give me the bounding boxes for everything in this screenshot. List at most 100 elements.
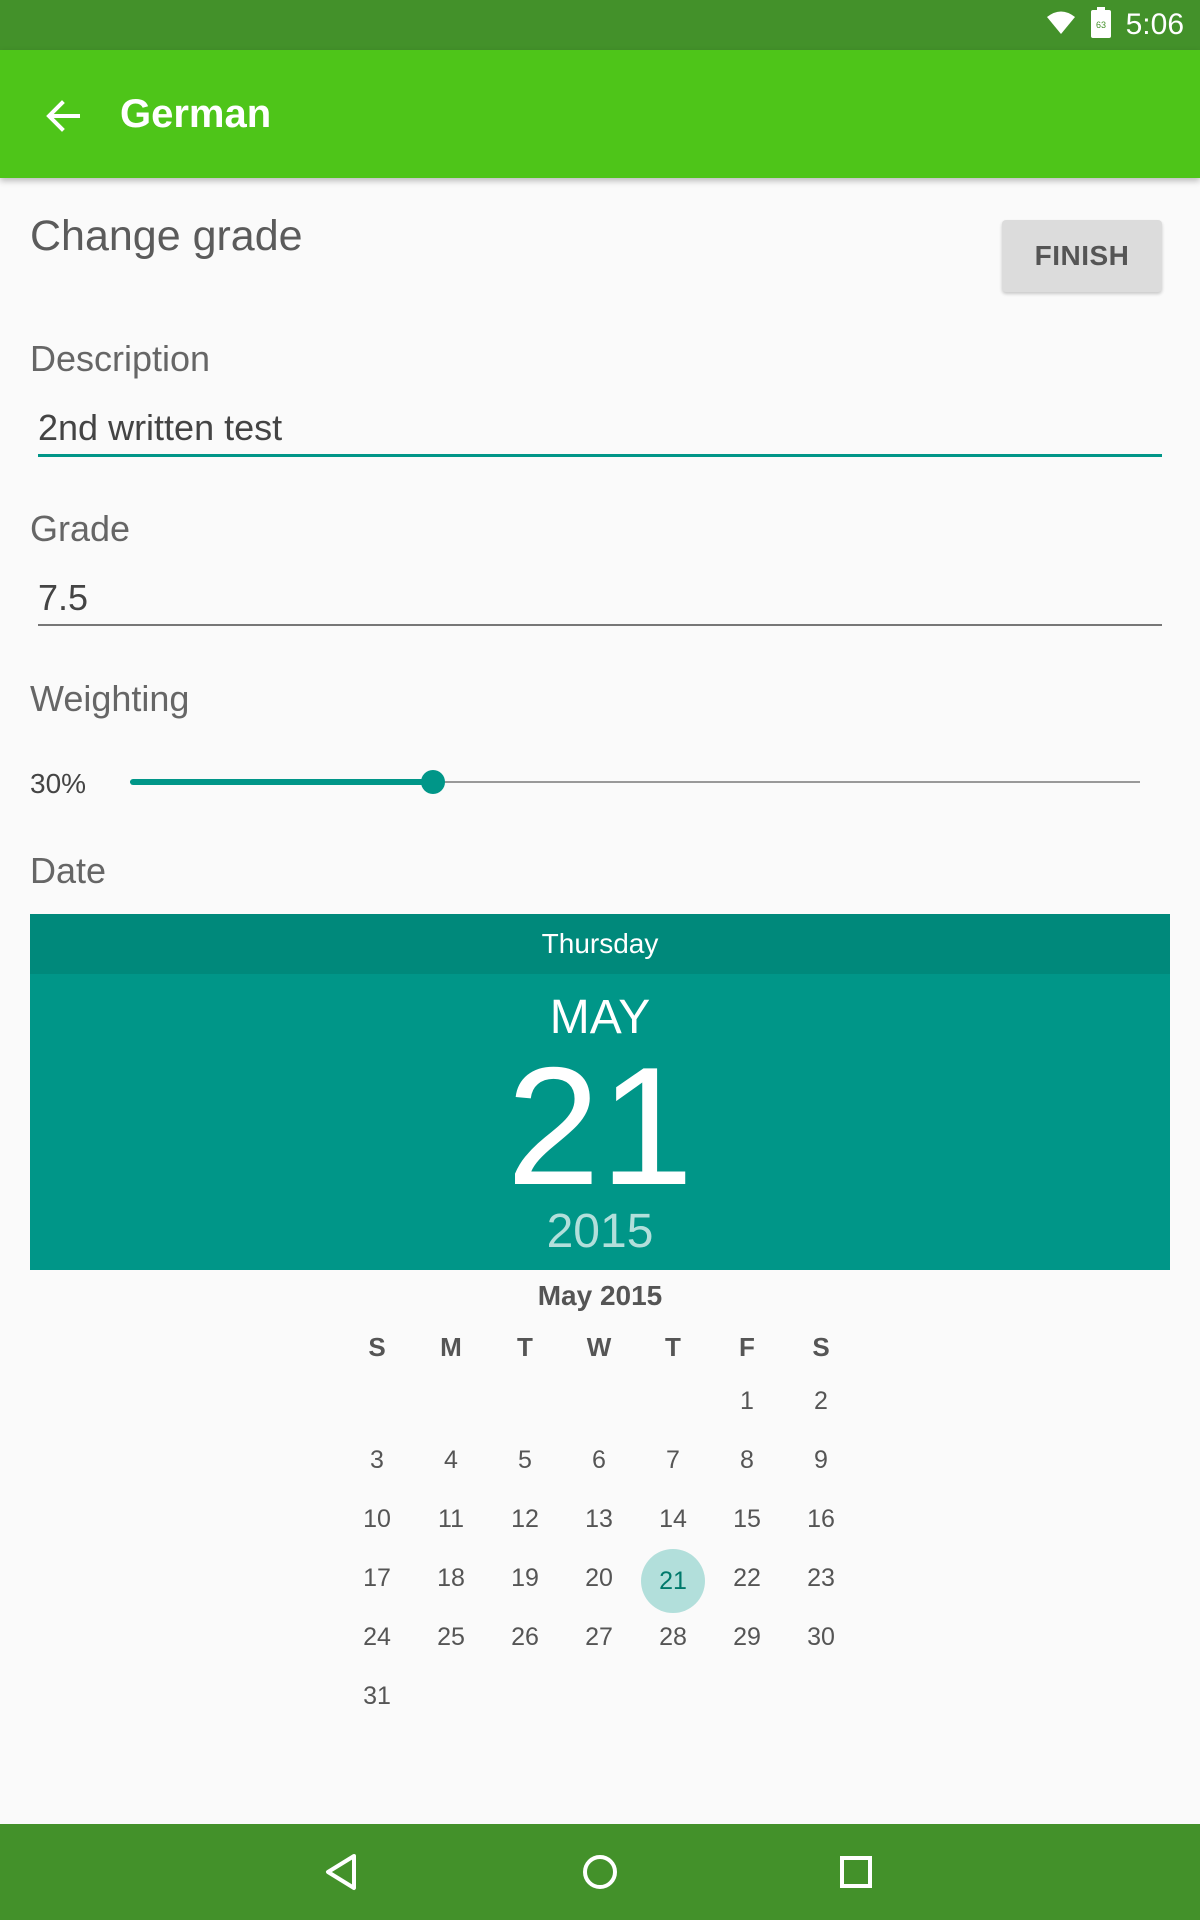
back-button[interactable] bbox=[36, 88, 92, 144]
calendar-empty-cell bbox=[636, 1372, 710, 1431]
nav-recents-button[interactable] bbox=[828, 1844, 884, 1900]
battery-level: 63 bbox=[1096, 20, 1106, 30]
calendar-day[interactable]: 5 bbox=[488, 1431, 562, 1490]
calendar-day[interactable]: 3 bbox=[340, 1431, 414, 1490]
nav-back-button[interactable] bbox=[314, 1844, 370, 1900]
day-name-band: Thursday bbox=[30, 914, 1170, 974]
calendar-empty-cell bbox=[784, 1667, 858, 1726]
weighting-slider[interactable] bbox=[130, 760, 1140, 804]
wifi-icon bbox=[1046, 10, 1076, 41]
status-icons: 63 5:06 bbox=[1032, 0, 1184, 50]
selected-year[interactable]: 2015 bbox=[30, 1204, 1170, 1259]
weekday-label: S bbox=[368, 1332, 386, 1362]
calendar-week-row: 10 11 12 13 14 15 16 bbox=[340, 1490, 860, 1549]
weekday-label: T bbox=[665, 1332, 681, 1362]
calendar-day[interactable]: 25 bbox=[414, 1608, 488, 1667]
nav-home-button[interactable] bbox=[572, 1844, 628, 1900]
calendar-day[interactable]: 10 bbox=[340, 1490, 414, 1549]
calendar-day[interactable]: 7 bbox=[636, 1431, 710, 1490]
weighting-value: 30% bbox=[30, 768, 87, 799]
grade-field[interactable] bbox=[38, 568, 1162, 628]
calendar-day[interactable]: 23 bbox=[784, 1549, 858, 1608]
calendar-day-number: 25 bbox=[437, 1623, 465, 1651]
date-label: Date bbox=[30, 850, 107, 891]
slider-thumb[interactable] bbox=[421, 770, 445, 794]
battery-icon: 63 bbox=[1090, 6, 1112, 44]
status-time: 5:06 bbox=[1125, 8, 1184, 41]
calendar-day-number: 26 bbox=[511, 1623, 539, 1651]
calendar-day-number: 22 bbox=[733, 1564, 761, 1592]
grade-underline bbox=[38, 624, 1162, 626]
slider-fill bbox=[130, 779, 433, 785]
calendar-empty-cell bbox=[562, 1372, 636, 1431]
calendar-day-number: 10 bbox=[363, 1505, 391, 1533]
calendar-day[interactable]: 22 bbox=[710, 1549, 784, 1608]
calendar-day[interactable]: 9 bbox=[784, 1431, 858, 1490]
calendar-empty-cell bbox=[710, 1667, 784, 1726]
nav-back-icon bbox=[326, 1854, 356, 1890]
calendar-day[interactable]: 24 bbox=[340, 1608, 414, 1667]
calendar-day[interactable]: 27 bbox=[562, 1608, 636, 1667]
weekday-label: M bbox=[440, 1332, 462, 1362]
calendar-day[interactable]: 8 bbox=[710, 1431, 784, 1490]
calendar-week-row: 24 25 26 27 28 29 30 bbox=[340, 1608, 860, 1667]
calendar-day-number: 27 bbox=[585, 1623, 613, 1651]
weekday-label: S bbox=[812, 1332, 830, 1362]
calendar-day-number: 21 bbox=[641, 1549, 705, 1613]
calendar-day-number: 1 bbox=[740, 1387, 754, 1415]
calendar-day[interactable]: 19 bbox=[488, 1549, 562, 1608]
weekday-label: F bbox=[739, 1332, 755, 1362]
calendar-weekdays: S M T W T F S bbox=[340, 1322, 860, 1372]
calendar-day[interactable]: 31 bbox=[340, 1667, 414, 1726]
calendar-day-number: 20 bbox=[585, 1564, 613, 1592]
calendar-day-selected[interactable]: 21 bbox=[636, 1549, 710, 1613]
calendar-day[interactable]: 15 bbox=[710, 1490, 784, 1549]
calendar-day-number: 15 bbox=[733, 1505, 761, 1533]
calendar-day[interactable]: 29 bbox=[710, 1608, 784, 1667]
weekday-label: W bbox=[586, 1332, 612, 1362]
calendar-day[interactable]: 20 bbox=[562, 1549, 636, 1608]
calendar-empty-cell bbox=[488, 1372, 562, 1431]
weekday-label: T bbox=[517, 1332, 533, 1362]
calendar-day[interactable]: 2 bbox=[784, 1372, 858, 1431]
calendar-day[interactable]: 14 bbox=[636, 1490, 710, 1549]
calendar-day[interactable]: 17 bbox=[340, 1549, 414, 1608]
arrow-back-icon bbox=[46, 100, 80, 132]
calendar-day[interactable]: 6 bbox=[562, 1431, 636, 1490]
calendar-day-number: 18 bbox=[437, 1564, 465, 1592]
calendar-day[interactable]: 11 bbox=[414, 1490, 488, 1549]
calendar-day-number: 16 bbox=[807, 1505, 835, 1533]
day-name: Thursday bbox=[541, 928, 659, 959]
calendar-day[interactable]: 30 bbox=[784, 1608, 858, 1667]
calendar-day-number: 3 bbox=[370, 1446, 384, 1474]
weighting-label: Weighting bbox=[30, 678, 190, 719]
calendar-day[interactable]: 28 bbox=[636, 1608, 710, 1667]
calendar-day[interactable]: 1 bbox=[710, 1372, 784, 1431]
selected-day[interactable]: 21 bbox=[30, 1042, 1170, 1210]
calendar-day-number: 31 bbox=[363, 1682, 391, 1710]
calendar-day-number: 5 bbox=[518, 1446, 532, 1474]
description-field[interactable] bbox=[38, 398, 1162, 458]
app-title: German bbox=[120, 92, 272, 136]
calendar-day-number: 17 bbox=[363, 1564, 391, 1592]
calendar-day-number: 29 bbox=[733, 1623, 761, 1651]
description-label: Description bbox=[30, 338, 211, 379]
calendar-day[interactable]: 26 bbox=[488, 1608, 562, 1667]
status-bar: 63 5:06 bbox=[0, 0, 1200, 50]
calendar-day[interactable]: 16 bbox=[784, 1490, 858, 1549]
calendar-day[interactable]: 18 bbox=[414, 1549, 488, 1608]
calendar-day-number: 19 bbox=[511, 1564, 539, 1592]
calendar-week-row: 31 bbox=[340, 1667, 860, 1726]
calendar-day[interactable]: 13 bbox=[562, 1490, 636, 1549]
calendar-day-number: 11 bbox=[438, 1505, 464, 1533]
calendar-day-number: 13 bbox=[585, 1505, 613, 1533]
finish-button[interactable]: FINISH bbox=[1002, 220, 1162, 292]
calendar-month-title: May 2015 bbox=[537, 1280, 663, 1311]
calendar-day-number: 12 bbox=[511, 1505, 539, 1533]
calendar-day-number: 8 bbox=[740, 1446, 754, 1474]
calendar-day[interactable]: 12 bbox=[488, 1490, 562, 1549]
calendar-week-row: 3 4 5 6 7 8 9 bbox=[340, 1431, 860, 1490]
calendar-empty-cell bbox=[636, 1667, 710, 1726]
calendar-day[interactable]: 4 bbox=[414, 1431, 488, 1490]
calendar-empty-cell bbox=[414, 1372, 488, 1431]
